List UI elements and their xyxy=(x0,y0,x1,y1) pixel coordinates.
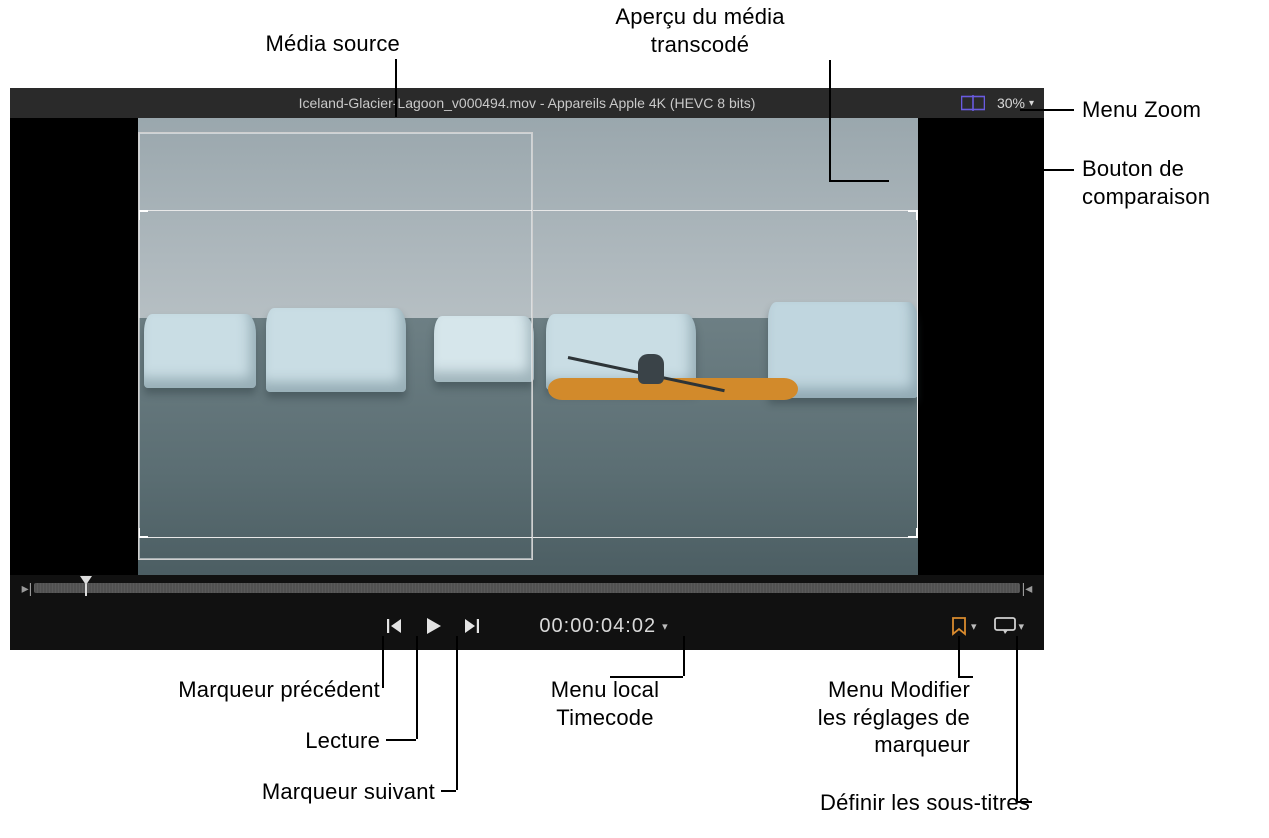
label: Marqueur précédent xyxy=(178,677,380,702)
label-line1: Aperçu du média xyxy=(560,3,840,31)
playhead[interactable] xyxy=(80,576,90,592)
label-line2: transcodé xyxy=(560,31,840,59)
leader-line xyxy=(416,636,418,739)
label-line1: Bouton de xyxy=(1082,155,1210,183)
callout-compare-button: Bouton de comparaison xyxy=(1082,155,1210,210)
label: Menu Zoom xyxy=(1082,97,1201,122)
label: Marqueur suivant xyxy=(262,779,435,804)
viewer-panel: Iceland-Glacier-Lagoon_v000494.mov - App… xyxy=(10,88,1044,650)
label: Définir les sous-titres xyxy=(820,790,1030,815)
crop-handle-tr[interactable] xyxy=(908,210,918,220)
zoom-value: 30% xyxy=(997,95,1025,111)
label-line2: les réglages de xyxy=(760,704,970,732)
timeline-track[interactable] xyxy=(34,583,1020,593)
next-marker-button[interactable] xyxy=(463,617,481,635)
callout-transcoded-preview: Aperçu du média transcodé xyxy=(560,3,840,58)
go-end-icon[interactable]: |◂ xyxy=(1020,579,1034,597)
file-title: Iceland-Glacier-Lagoon_v000494.mov - App… xyxy=(10,95,1044,111)
play-button[interactable] xyxy=(423,616,443,636)
compare-button[interactable] xyxy=(961,95,985,111)
label-line2: comparaison xyxy=(1082,183,1210,211)
leader-line xyxy=(441,790,456,792)
leader-line xyxy=(456,636,458,790)
zoom-menu[interactable]: 30% ▾ xyxy=(997,95,1034,111)
timeline[interactable]: ▸| |◂ xyxy=(20,575,1034,601)
label: Lecture xyxy=(305,728,380,753)
chevron-down-icon: ▾ xyxy=(1029,98,1034,109)
callout-source-media: Média source xyxy=(110,30,400,58)
callout-prev-marker: Marqueur précédent xyxy=(52,676,380,704)
crop-handle-br[interactable] xyxy=(908,528,918,538)
label-line1: Menu Modifier xyxy=(760,676,970,704)
timecode-menu[interactable]: 00:00:04:02 ▾ xyxy=(539,615,668,638)
callout-play: Lecture xyxy=(210,727,380,755)
captions-menu[interactable]: ▾ xyxy=(994,617,1024,635)
viewer-header: Iceland-Glacier-Lagoon_v000494.mov - App… xyxy=(10,88,1044,118)
go-start-icon[interactable]: ▸| xyxy=(20,579,34,597)
label-line3: marqueur xyxy=(760,731,970,759)
timecode-value: 00:00:04:02 xyxy=(539,615,656,638)
chevron-down-icon: ▾ xyxy=(662,620,669,633)
playback-group xyxy=(385,616,481,636)
callout-zoom-menu: Menu Zoom xyxy=(1082,96,1201,124)
leader-line xyxy=(1016,636,1018,801)
label: Média source xyxy=(266,31,400,56)
chevron-down-icon: ▾ xyxy=(1018,620,1024,633)
chevron-down-icon: ▾ xyxy=(971,620,977,633)
leader-line xyxy=(386,739,416,741)
source-media-overlay[interactable] xyxy=(138,132,533,560)
marker-settings-menu[interactable]: ▾ xyxy=(949,616,977,636)
label-line2: Timecode xyxy=(505,704,705,732)
prev-marker-button[interactable] xyxy=(385,617,403,635)
callout-marker-menu: Menu Modifier les réglages de marqueur xyxy=(760,676,970,759)
callout-next-marker: Marqueur suivant xyxy=(160,778,435,806)
callout-captions-menu: Définir les sous-titres xyxy=(750,789,1030,817)
label-line1: Menu local xyxy=(505,676,705,704)
controls-bar: 00:00:04:02 ▾ ▾ ▾ xyxy=(10,602,1044,650)
viewer-area[interactable] xyxy=(10,118,1044,575)
callout-timecode-menu: Menu local Timecode xyxy=(505,676,705,731)
